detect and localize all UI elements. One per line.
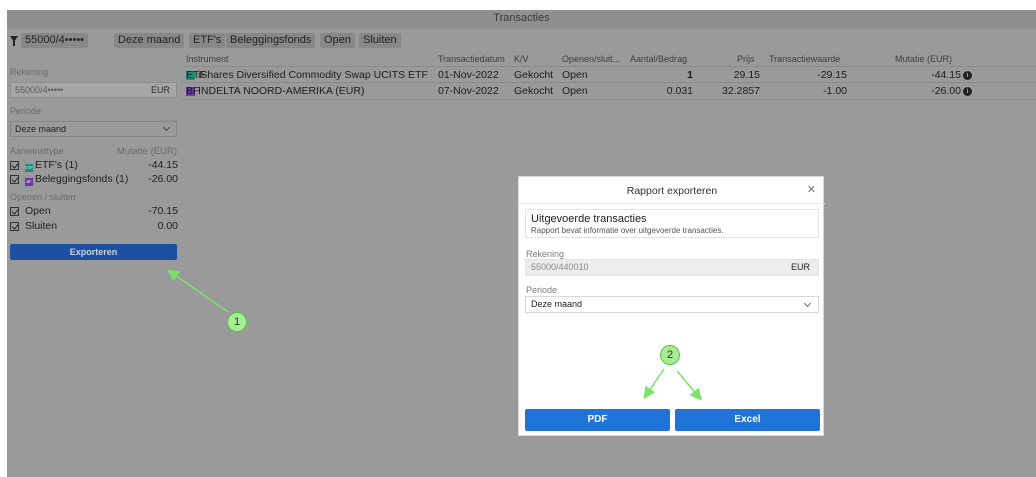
row-open-close: Open bbox=[562, 85, 588, 97]
open-mutation: -70.15 bbox=[148, 205, 178, 217]
open-row[interactable]: Open -70.15 bbox=[10, 205, 178, 218]
close-checkbox[interactable] bbox=[10, 222, 19, 231]
export-button[interactable]: Exporteren bbox=[10, 244, 177, 260]
col-open-close[interactable]: Openen/sluit... bbox=[562, 54, 620, 64]
row-kv: Gekocht bbox=[514, 69, 554, 81]
funds-checkbox[interactable] bbox=[10, 175, 19, 184]
dialog-period-value: Deze maand bbox=[531, 299, 583, 309]
etf-mutation: -44.15 bbox=[148, 159, 178, 171]
col-date[interactable]: Transactiedatum bbox=[438, 54, 505, 64]
filter-sidebar: Rekening 55000/4••••• EUR Periode Deze m… bbox=[7, 52, 182, 477]
callout-badge-2: 2 bbox=[660, 345, 680, 365]
period-value: Deze maand bbox=[15, 124, 67, 134]
account-label: Rekening bbox=[10, 67, 49, 77]
row-divider bbox=[183, 82, 1036, 83]
filter-chip-open[interactable]: Open bbox=[320, 33, 355, 48]
filter-icon[interactable] bbox=[10, 36, 18, 46]
dialog-divider bbox=[519, 203, 825, 204]
asset-type-etf-row[interactable]: ETF ETF's (1) -44.15 bbox=[10, 159, 178, 172]
info-icon[interactable]: i bbox=[963, 87, 972, 96]
etf-label: ETF's (1) bbox=[35, 159, 78, 171]
chevron-down-icon bbox=[803, 299, 812, 308]
row-value: -1.00 bbox=[823, 85, 847, 97]
col-kv[interactable]: K/V bbox=[514, 54, 529, 64]
row-amount: 1 bbox=[687, 69, 693, 81]
row-date: 01-Nov-2022 bbox=[438, 69, 499, 81]
report-option[interactable]: Uitgevoerde transacties Rapport bevat in… bbox=[525, 209, 819, 238]
close-label: Sluiten bbox=[25, 220, 58, 232]
window-title: Transacties bbox=[7, 10, 1036, 29]
row-date: 07-Nov-2022 bbox=[438, 85, 499, 97]
dialog-account-field: 55000/440010 EUR bbox=[525, 259, 819, 276]
col-amount[interactable]: Aantal/Bedrag bbox=[630, 54, 687, 64]
fund-icon: BF bbox=[25, 178, 33, 186]
row-kv: Gekocht bbox=[514, 85, 554, 97]
filter-chip-period[interactable]: Deze maand bbox=[114, 33, 185, 48]
excel-button[interactable]: Excel bbox=[675, 409, 820, 431]
col-price[interactable]: Prijs bbox=[737, 54, 755, 64]
filter-chip-etf[interactable]: ETF's bbox=[189, 33, 226, 48]
close-icon[interactable]: ✕ bbox=[807, 183, 816, 196]
etf-icon: ETF bbox=[186, 69, 206, 81]
header-divider bbox=[183, 66, 1036, 67]
report-description: Rapport bevat informatie over uitgevoerd… bbox=[531, 226, 724, 235]
asset-type-funds-row[interactable]: BF Beleggingsfonds (1) -26.00 bbox=[10, 173, 178, 186]
row-price: 29.15 bbox=[733, 69, 760, 81]
row-open-close: Open bbox=[562, 69, 588, 81]
open-checkbox[interactable] bbox=[10, 207, 19, 216]
row-instrument: iShares Diversified Commodity Swap UCITS… bbox=[198, 69, 428, 81]
col-mutation[interactable]: Mutatie (EUR) bbox=[895, 54, 952, 64]
account-field[interactable]: 55000/4••••• EUR bbox=[10, 82, 177, 98]
asset-type-header: Aanwinsttype bbox=[10, 146, 64, 156]
open-label: Open bbox=[25, 205, 51, 217]
row-value: -29.15 bbox=[817, 69, 847, 81]
close-row[interactable]: Sluiten 0.00 bbox=[10, 220, 178, 233]
etf-checkbox[interactable] bbox=[10, 161, 19, 170]
dialog-period-label: Periode bbox=[526, 285, 558, 295]
funds-label: Beleggingsfonds (1) bbox=[35, 173, 129, 185]
row-divider bbox=[183, 99, 1036, 100]
info-icon[interactable]: i bbox=[963, 71, 972, 80]
dialog-account-label: Rekening bbox=[526, 249, 565, 259]
fund-icon: BF bbox=[186, 85, 200, 97]
close-mutation: 0.00 bbox=[157, 220, 178, 232]
funds-mutation: -26.00 bbox=[148, 173, 178, 185]
row-mutation: -26.00 bbox=[931, 85, 961, 97]
dialog-title: Rapport exporteren bbox=[626, 185, 718, 197]
filter-chip-close[interactable]: Sluiten bbox=[359, 33, 401, 48]
row-instrument: INDELTA NOORD-AMERIKA (EUR) bbox=[198, 85, 365, 97]
row-amount: 0.031 bbox=[666, 85, 693, 97]
dialog-period-select[interactable]: Deze maand bbox=[525, 296, 819, 313]
callout-badge-1: 1 bbox=[227, 312, 247, 332]
etf-icon: ETF bbox=[25, 164, 33, 172]
dialog-account-value: 55000/440010 bbox=[531, 262, 589, 272]
filter-chip-funds[interactable]: Beleggingsfonds bbox=[226, 33, 316, 48]
period-select[interactable]: Deze maand bbox=[10, 121, 177, 137]
filter-chip-account[interactable]: 55000/4••••• bbox=[21, 33, 89, 48]
asset-type-mutation-header: Mutatie (EUR) bbox=[116, 146, 177, 157]
col-instrument[interactable]: Instrument bbox=[186, 54, 229, 64]
open-close-header: Openen / sluiten bbox=[10, 192, 76, 202]
row-mutation: -44.15 bbox=[931, 69, 961, 81]
report-title: Uitgevoerde transacties bbox=[531, 213, 647, 225]
pdf-button[interactable]: PDF bbox=[525, 409, 670, 431]
dialog-account-currency: EUR bbox=[790, 262, 810, 272]
col-value[interactable]: Transactiewaarde bbox=[769, 54, 840, 64]
account-currency: EUR bbox=[150, 85, 170, 95]
filter-bar: 55000/4••••• Deze maand ETF's Beleggings… bbox=[7, 31, 1036, 50]
chevron-down-icon bbox=[162, 123, 171, 132]
period-label: Periode bbox=[10, 106, 42, 116]
row-price: 32.2857 bbox=[722, 85, 760, 97]
export-report-dialog: Rapport exporteren ✕ Uitgevoerde transac… bbox=[518, 176, 825, 436]
account-value: 55000/4••••• bbox=[15, 85, 64, 95]
